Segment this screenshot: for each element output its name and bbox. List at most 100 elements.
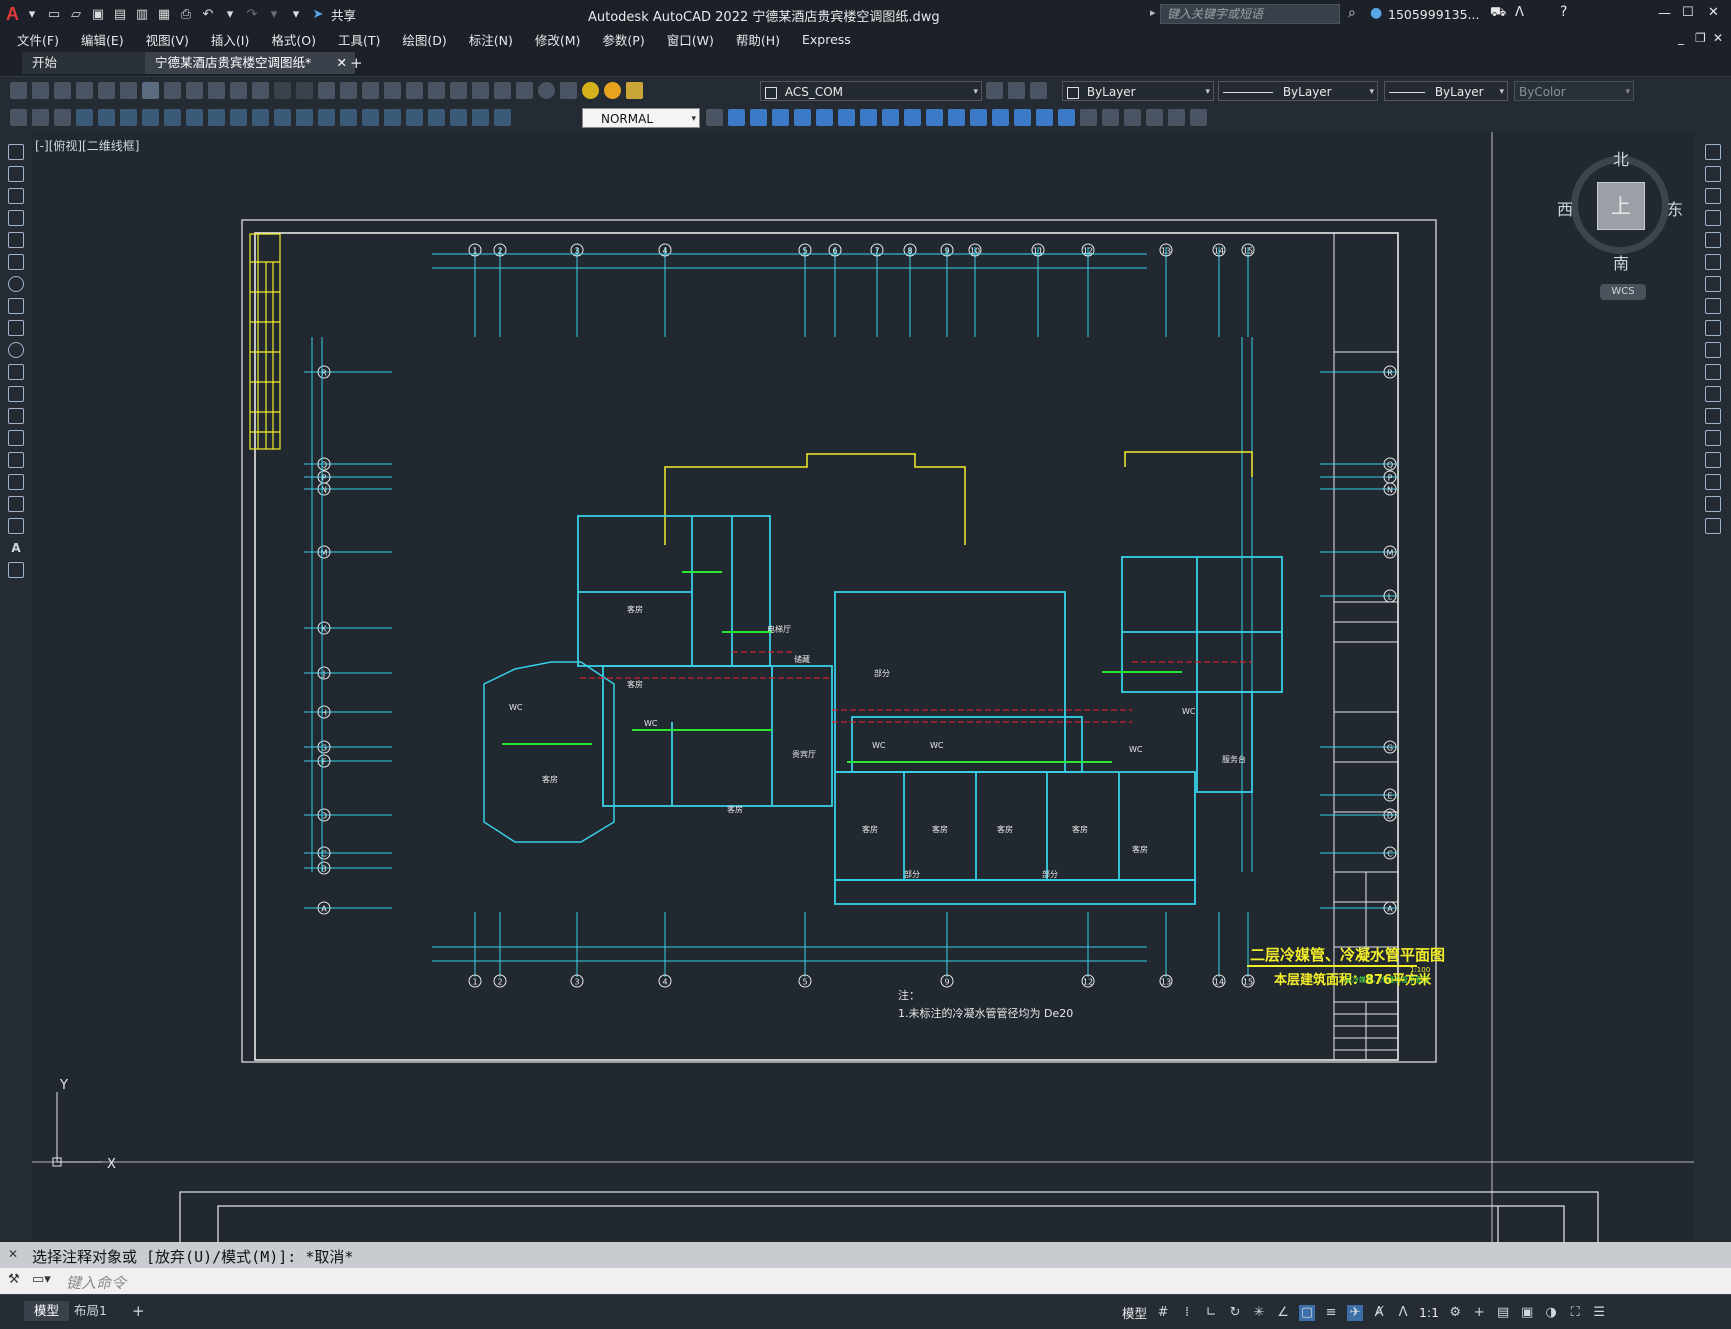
join-side-icon[interactable]	[1704, 430, 1721, 446]
fillet-icon[interactable]	[1036, 109, 1053, 126]
move-icon[interactable]	[838, 109, 855, 126]
search-icon[interactable]: ⌕	[1348, 5, 1356, 21]
customize-qat-icon[interactable]: ▾	[287, 5, 305, 23]
tab-model[interactable]: 模型	[24, 1301, 70, 1321]
menu-express[interactable]: Express	[791, 32, 862, 47]
save-icon[interactable]: ▣	[89, 5, 107, 23]
dim-edit-icon[interactable]	[450, 109, 467, 126]
model-space-toggle[interactable]: 模型	[1122, 1303, 1147, 1322]
osnap-icon[interactable]: ▢	[1299, 1304, 1316, 1321]
copy-obj-icon[interactable]	[750, 109, 767, 126]
plot-icon[interactable]: ⎙	[177, 5, 195, 23]
open-file-icon[interactable]: ▱	[67, 5, 85, 23]
plot-tool-icon[interactable]	[76, 82, 93, 99]
layer-sun-icon[interactable]	[604, 82, 621, 99]
redo-icon[interactable]: ↷	[243, 5, 261, 23]
autocad-logo[interactable]: A	[6, 4, 19, 25]
doc-close-icon[interactable]: ✕	[1713, 31, 1723, 45]
dim-baseline-icon[interactable]	[274, 109, 291, 126]
dim-space-icon[interactable]	[318, 109, 335, 126]
add-layout-button[interactable]: +	[122, 1301, 155, 1321]
new-tab-button[interactable]: +	[350, 54, 363, 72]
construction-line-icon[interactable]	[8, 166, 24, 182]
lineweight-dropdown[interactable]: ByLayer ▾	[1384, 81, 1508, 101]
arc-icon[interactable]	[8, 254, 24, 270]
match-prop-icon[interactable]	[230, 82, 247, 99]
scale-icon[interactable]	[882, 109, 899, 126]
inspect-icon[interactable]	[406, 109, 423, 126]
menu-view[interactable]: 视图(V)	[135, 30, 200, 49]
menu-file[interactable]: 文件(F)	[6, 30, 70, 49]
dim-diameter-icon[interactable]	[208, 109, 225, 126]
menu-format[interactable]: 格式(O)	[260, 30, 327, 49]
dim-update-icon[interactable]	[494, 109, 511, 126]
tab-close-icon[interactable]: ✕	[337, 52, 347, 74]
dim-arc-icon[interactable]	[120, 109, 137, 126]
modify-b-icon[interactable]	[1102, 109, 1119, 126]
trim-side-icon[interactable]	[1704, 342, 1721, 358]
dim-jogged-icon[interactable]	[186, 109, 203, 126]
circle-icon[interactable]	[8, 276, 24, 292]
dim-angular-icon[interactable]	[230, 109, 247, 126]
stretch-icon[interactable]	[904, 109, 921, 126]
cart-icon[interactable]: ⛟	[1490, 5, 1506, 22]
copy-icon[interactable]	[186, 82, 203, 99]
dimstyle-dropdown[interactable]: NORMAL ▾	[582, 108, 700, 128]
erase-icon[interactable]	[728, 109, 745, 126]
command-input[interactable]: 键入命令	[66, 1272, 126, 1293]
wcs-menu[interactable]: WCS	[1600, 284, 1646, 300]
quick-dim-icon[interactable]	[252, 109, 269, 126]
cut-icon[interactable]	[164, 82, 181, 99]
zoom-realtime-icon[interactable]	[340, 82, 357, 99]
make-block-icon[interactable]	[8, 408, 24, 424]
save-as-icon[interactable]: ▤	[111, 5, 129, 23]
move-side-icon[interactable]	[1704, 254, 1721, 270]
fullscreen-icon[interactable]: ⛶	[1567, 1305, 1583, 1321]
menu-parametric[interactable]: 参数(P)	[591, 30, 655, 49]
menu-tools[interactable]: 工具(T)	[327, 30, 391, 49]
minimize-button[interactable]: —	[1658, 6, 1671, 21]
maximize-button[interactable]: ☐	[1682, 5, 1694, 20]
menu-edit[interactable]: 编辑(E)	[70, 30, 135, 49]
extend-side-icon[interactable]	[1704, 364, 1721, 380]
menu-modify[interactable]: 修改(M)	[524, 30, 592, 49]
join-icon[interactable]	[992, 109, 1009, 126]
tolerance-icon[interactable]	[362, 109, 379, 126]
new-file-icon[interactable]: ▭	[45, 5, 63, 23]
rotate-icon[interactable]	[860, 109, 877, 126]
color-dropdown[interactable]: ByLayer ▾	[1062, 81, 1214, 101]
user-account[interactable]: 1505999135...	[1388, 7, 1479, 22]
isodraft-icon[interactable]: ✳	[1251, 1305, 1267, 1321]
array-icon[interactable]	[816, 109, 833, 126]
user-icon[interactable]: ●	[1370, 5, 1382, 21]
explode-icon[interactable]	[1058, 109, 1075, 126]
annotation-monitor-icon[interactable]: +	[1471, 1305, 1487, 1321]
dim-radius-icon[interactable]	[164, 109, 181, 126]
make-current-icon[interactable]	[986, 82, 1003, 99]
doc-minimize-icon[interactable]: _	[1678, 31, 1684, 45]
dim-linear-icon[interactable]	[76, 109, 93, 126]
tool-palettes-icon[interactable]	[450, 82, 467, 99]
break-point-side-icon[interactable]	[1704, 386, 1721, 402]
offset-icon[interactable]	[794, 109, 811, 126]
mirror-side-icon[interactable]	[1704, 188, 1721, 204]
block-editor-icon[interactable]	[252, 82, 269, 99]
table-icon[interactable]	[8, 518, 24, 534]
modify-a-icon[interactable]	[1080, 109, 1097, 126]
osnap-track-icon[interactable]: ∠	[1275, 1305, 1291, 1321]
tab-active-drawing[interactable]: 宁德某酒店贵宾楼空调图纸* ✕	[145, 52, 355, 74]
menu-help[interactable]: 帮助(H)	[725, 30, 791, 49]
dim-continue-icon[interactable]	[296, 109, 313, 126]
search-input[interactable]: 键入关键字或短语	[1160, 4, 1340, 24]
redo-tool-icon[interactable]	[296, 82, 313, 99]
compass-west[interactable]: 西	[1557, 196, 1573, 220]
modify-f-icon[interactable]	[1190, 109, 1207, 126]
design-center-icon[interactable]	[428, 82, 445, 99]
workspace-gear-icon[interactable]: ⚙	[1447, 1305, 1463, 1321]
layer-lock-icon[interactable]	[626, 82, 643, 99]
publish-icon[interactable]	[120, 82, 137, 99]
menu-window[interactable]: 窗口(W)	[656, 30, 725, 49]
redo-dropdown-icon[interactable]: ▾	[265, 5, 283, 23]
dim-ordinate-icon[interactable]	[142, 109, 159, 126]
tool-a-icon[interactable]	[10, 109, 27, 126]
